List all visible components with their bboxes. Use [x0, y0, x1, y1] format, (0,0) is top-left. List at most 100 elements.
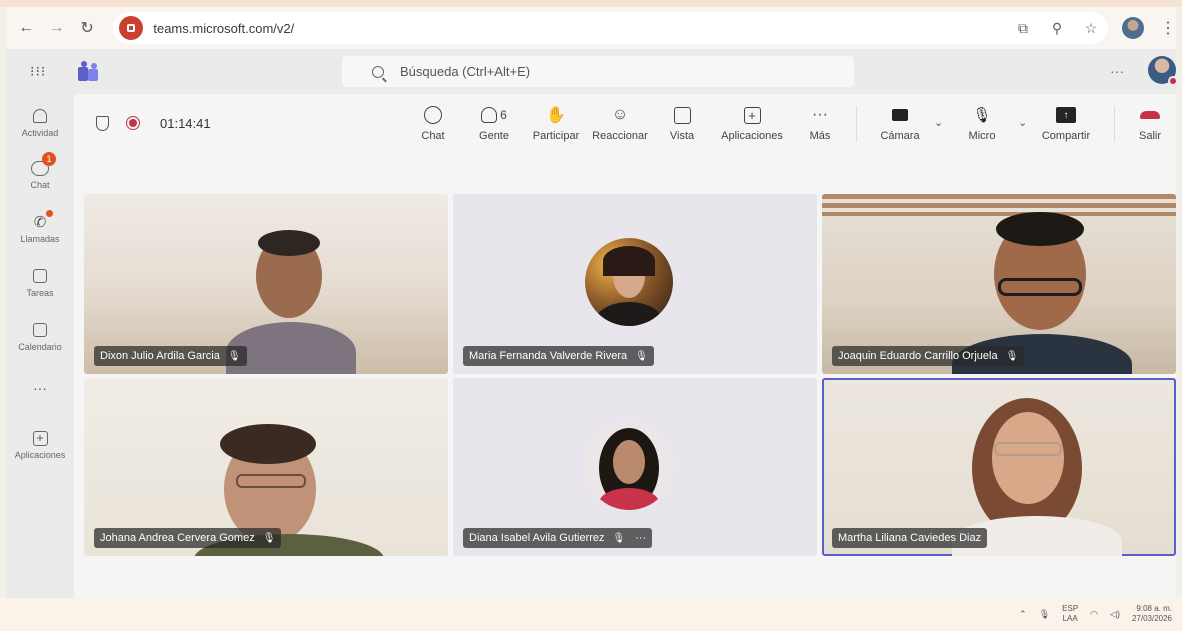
- more-label: Más: [809, 130, 831, 142]
- rail-item-chat[interactable]: 1 Chat: [6, 152, 74, 190]
- participant-name-label: Johana Andrea Cervera Gomez 🎙︎: [94, 528, 282, 548]
- people-button-label: Gente: [479, 130, 509, 142]
- participant-more-icon[interactable]: ···: [635, 532, 646, 544]
- tasks-icon: [33, 269, 47, 283]
- install-app-icon[interactable]: ⧉: [1014, 20, 1032, 37]
- participant-tile[interactable]: Maria Fernanda Valverde Rivera 🎙︎: [453, 194, 817, 374]
- participant-tile[interactable]: Johana Andrea Cervera Gomez 🎙︎: [84, 378, 448, 556]
- shield-icon[interactable]: [96, 116, 109, 131]
- grid-view-icon: [673, 106, 691, 124]
- participant-tile-active-speaker[interactable]: Martha Liliana Caviedes Diaz: [822, 378, 1176, 556]
- apps-button[interactable]: + Aplicaciones: [716, 104, 788, 142]
- phone-icon: ✆: [33, 214, 47, 231]
- people-count: 6: [500, 108, 507, 122]
- bookmark-star-icon[interactable]: ☆: [1082, 20, 1100, 37]
- teams-logo-icon: [78, 60, 100, 81]
- raise-hand-label: Participar: [532, 130, 580, 142]
- rail-item-calendario[interactable]: Calendario: [6, 320, 74, 352]
- search-placeholder: Búsqueda (Ctrl+Alt+E): [400, 64, 531, 79]
- clock-time: 9:08 a. m.: [1136, 604, 1172, 613]
- app-launcher-icon[interactable]: ⁝⁝⁝: [30, 63, 50, 80]
- participant-name-label: Maria Fernanda Valverde Rivera 🎙︎: [463, 346, 654, 366]
- rail-label: Calendario: [18, 342, 62, 352]
- share-button[interactable]: ↑ Compartir: [1036, 104, 1096, 142]
- site-info-icon[interactable]: [119, 16, 144, 40]
- participant-name: Martha Liliana Caviedes Diaz: [838, 532, 982, 544]
- leave-label: Salir: [1138, 130, 1161, 142]
- apps-icon: +: [743, 106, 761, 124]
- participant-name: Johana Andrea Cervera Gomez: [100, 532, 255, 544]
- keyboard-language[interactable]: ESP LAA: [1062, 604, 1078, 624]
- rail-label: Llamadas: [20, 234, 60, 244]
- volume-icon[interactable]: ◁): [1110, 609, 1120, 620]
- microphone-icon[interactable]: 🎙︎: [1039, 609, 1050, 620]
- mic-muted-icon: 🎙︎: [972, 107, 992, 124]
- rail-label: Chat: [30, 180, 50, 190]
- leave-button[interactable]: Salir: [1132, 104, 1168, 142]
- address-bar[interactable]: teams.microsoft.com/v2/ ⧉ ⚲ ☆: [113, 12, 1108, 44]
- header-more-icon[interactable]: ···: [1110, 63, 1124, 79]
- more-icon: ···: [812, 106, 828, 123]
- participant-name-label: Martha Liliana Caviedes Diaz: [832, 528, 988, 548]
- back-icon[interactable]: ←: [16, 17, 36, 39]
- mic-muted-icon: 🎙︎: [612, 532, 626, 544]
- participant-name: Dixon Julio Ardila Garcia: [100, 350, 220, 362]
- rail-item-tareas[interactable]: Tareas: [6, 266, 74, 298]
- wifi-icon[interactable]: ◠: [1090, 609, 1098, 620]
- search-input[interactable]: Búsqueda (Ctrl+Alt+E): [342, 56, 854, 87]
- mic-muted-icon: 🎙︎: [262, 532, 276, 544]
- calendar-icon: [33, 323, 47, 337]
- browser-profile-avatar[interactable]: [1122, 17, 1144, 39]
- browser-menu-icon[interactable]: ⋮: [1160, 18, 1176, 38]
- camera-button[interactable]: Cámara: [874, 104, 926, 142]
- camera-icon: [892, 109, 908, 121]
- raise-hand-icon: ✋: [546, 107, 566, 124]
- unread-badge: 1: [42, 152, 56, 166]
- mic-options-chevron-icon[interactable]: ⌄: [1018, 116, 1027, 129]
- toolbar-divider: [856, 106, 857, 142]
- mic-button[interactable]: 🎙︎ Micro: [962, 104, 1002, 142]
- rail-item-more[interactable]: ···: [6, 378, 74, 396]
- more-button[interactable]: ··· Más: [802, 104, 838, 142]
- participant-tile[interactable]: Joaquin Eduardo Carrillo Orjuela 🎙︎: [822, 194, 1176, 374]
- participant-tile[interactable]: Diana Isabel Avila Gutierrez 🎙︎ ···: [453, 378, 817, 556]
- teams-header: ⁝⁝⁝ Búsqueda (Ctrl+Alt+E) ···: [6, 49, 1178, 94]
- url-text[interactable]: teams.microsoft.com/v2/: [153, 21, 294, 36]
- camera-options-chevron-icon[interactable]: ⌄: [934, 116, 943, 129]
- view-button[interactable]: Vista: [664, 104, 700, 142]
- forward-icon[interactable]: →: [46, 17, 66, 39]
- browser-toolbar: ← → ↻ teams.microsoft.com/v2/ ⧉ ⚲ ☆ ⋮: [6, 7, 1176, 49]
- toolbar-divider: [1114, 106, 1115, 142]
- rail-item-llamadas[interactable]: ✆ Llamadas: [6, 210, 74, 244]
- app-rail: Actividad 1 Chat ✆ Llamadas Tareas Calen…: [6, 94, 74, 598]
- tray-chevron-icon[interactable]: ⌃: [1019, 609, 1027, 620]
- mic-muted-icon: 🎙︎: [635, 350, 648, 362]
- camera-label: Cámara: [880, 130, 920, 142]
- meeting-toolbar: 01:14:41 Chat 6 Gente ✋ Participar ☺ Rea…: [74, 94, 1176, 156]
- leave-icon: [1140, 111, 1160, 119]
- raise-hand-button[interactable]: ✋ Participar: [530, 104, 582, 142]
- lang-bottom: LAA: [1062, 614, 1078, 623]
- apps-icon: +: [32, 430, 48, 446]
- participant-name: Diana Isabel Avila Gutierrez: [469, 532, 605, 544]
- participant-name-label: Diana Isabel Avila Gutierrez 🎙︎ ···: [463, 528, 653, 548]
- participant-tile[interactable]: Dixon Julio Ardila Garcia 🎙︎: [84, 194, 448, 374]
- lang-top: ESP: [1062, 604, 1079, 613]
- clock-date: 27/03/2026: [1131, 614, 1172, 623]
- reload-icon[interactable]: ↻: [77, 17, 97, 39]
- meeting-timer: 01:14:41: [160, 116, 211, 131]
- os-taskbar: ⌃ 🎙︎ ESP LAA ◠ ◁) 9:08 a. m. 27/03/2026: [0, 598, 1182, 631]
- clock[interactable]: 9:08 a. m. 27/03/2026: [1132, 604, 1172, 624]
- chat-button[interactable]: Chat: [414, 104, 452, 142]
- participant-name-label: Joaquin Eduardo Carrillo Orjuela 🎙︎: [832, 346, 1025, 366]
- people-button[interactable]: 6 Gente: [472, 104, 516, 142]
- participant-avatar: [585, 422, 673, 510]
- react-button[interactable]: ☺ Reaccionar: [590, 104, 650, 142]
- user-avatar[interactable]: [1148, 56, 1178, 86]
- zoom-icon[interactable]: ⚲: [1048, 20, 1066, 37]
- share-icon: ↑: [1056, 107, 1076, 123]
- emoji-icon: ☺: [611, 106, 629, 123]
- rail-item-aplicaciones[interactable]: + Aplicaciones: [6, 428, 74, 460]
- rail-item-actividad[interactable]: Actividad: [6, 106, 74, 138]
- participant-name-label: Dixon Julio Ardila Garcia 🎙︎: [94, 346, 247, 366]
